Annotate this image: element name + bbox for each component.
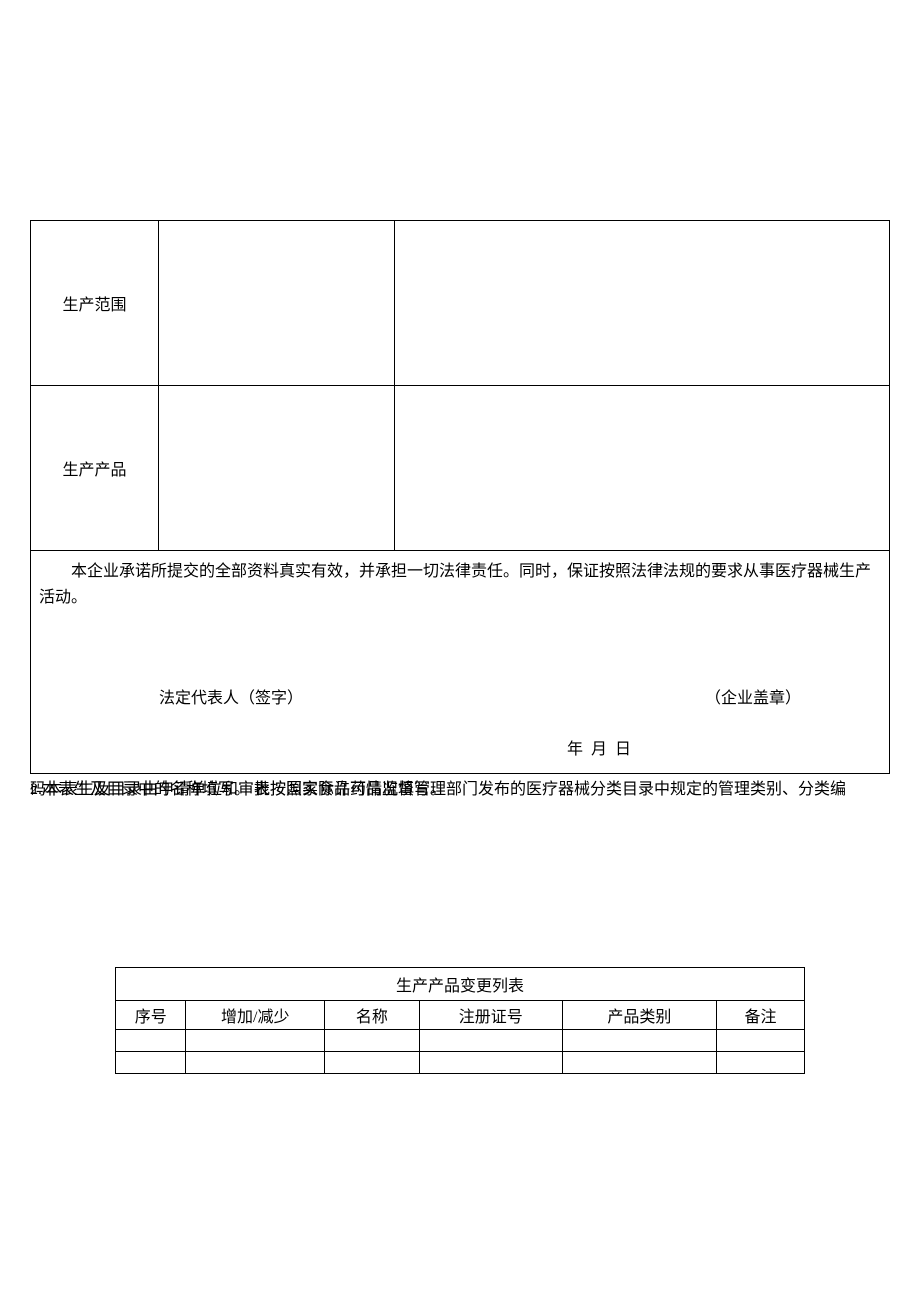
header-name: 名称 bbox=[325, 1000, 420, 1029]
change-table-title: 生产产品变更列表 bbox=[116, 967, 805, 1000]
production-scope-cell-2[interactable] bbox=[395, 221, 890, 386]
header-seq: 序号 bbox=[116, 1000, 186, 1029]
header-addrem: 增加/减少 bbox=[186, 1000, 325, 1029]
notes-line-1: 2.本表生及目录中的名称填写。 表按照实际许可情况填写。 bbox=[30, 778, 890, 802]
header-category: 产品类别 bbox=[562, 1000, 716, 1029]
table-row[interactable] bbox=[116, 1051, 805, 1073]
production-product-label: 生产产品 bbox=[31, 386, 159, 551]
change-list-table: 生产产品变更列表 序号 增加/减少 名称 注册证号 产品类别 备注 bbox=[115, 967, 805, 1074]
declaration-cell: 本企业承诺所提交的全部资料真实有效，并承担一切法律责任。同时，保证按照法律法规的… bbox=[31, 551, 890, 774]
signer-label: 法定代表人（签字） bbox=[159, 685, 303, 714]
declaration-text: 本企业承诺所提交的全部资料真实有效，并承担一切法律责任。同时，保证按照法律法规的… bbox=[39, 559, 881, 610]
production-product-cell-2[interactable] bbox=[395, 386, 890, 551]
date-label: 年 月 日 bbox=[39, 736, 881, 765]
header-regno: 注册证号 bbox=[419, 1000, 562, 1029]
table-row[interactable] bbox=[116, 1029, 805, 1051]
production-scope-label: 生产范围 bbox=[31, 221, 159, 386]
production-product-cell-1[interactable] bbox=[159, 386, 395, 551]
header-remark: 备注 bbox=[716, 1000, 804, 1029]
notes-block: 码本表生及目录由申请单位和审批按国家食品药品监督管理部门发布的医疗器械分类目录中… bbox=[30, 778, 890, 802]
production-scope-cell-1[interactable] bbox=[159, 221, 395, 386]
main-form-table: 生产范围 生产产品 本企业承诺所提交的全部资料真实有效，并承担一切法律责任。同时… bbox=[30, 220, 890, 774]
seal-label: （企业盖章） bbox=[705, 685, 801, 714]
